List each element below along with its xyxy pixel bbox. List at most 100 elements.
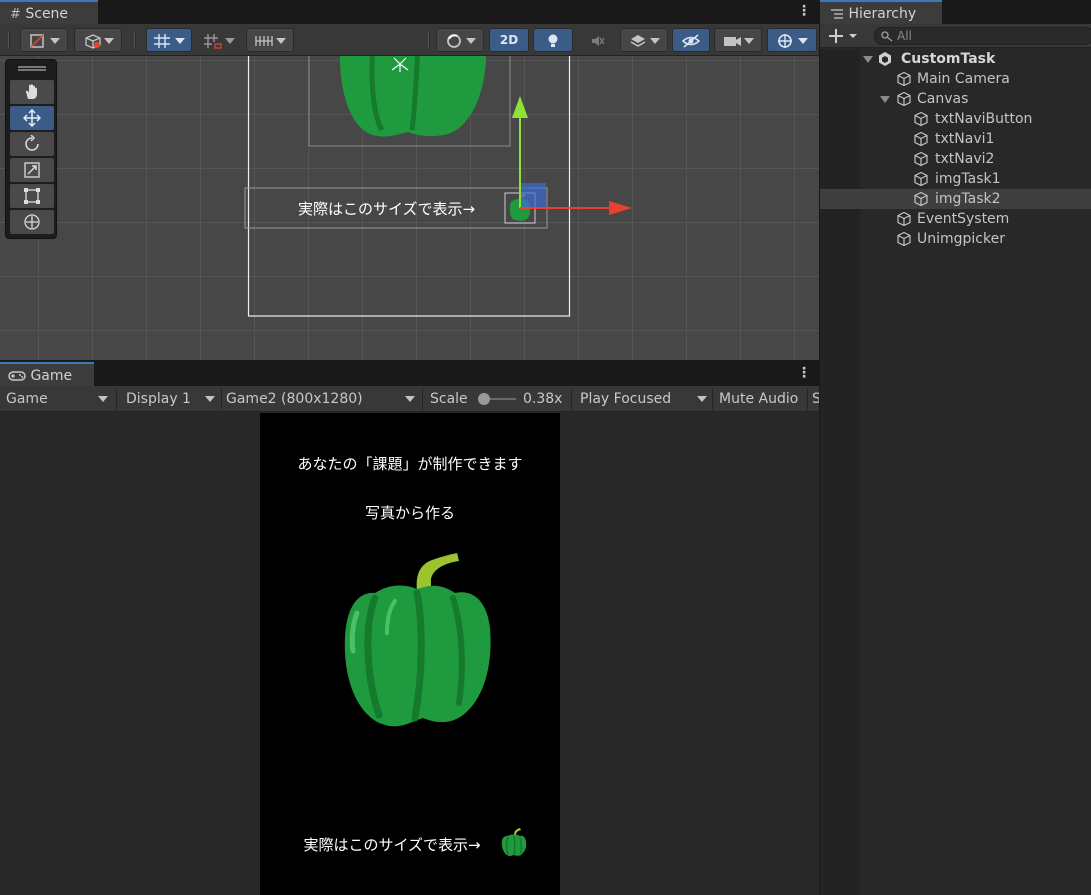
scene-visibility-toggle[interactable]: [672, 28, 710, 52]
hierarchy-panel: Hierarchy All CustomTask Main Camera Can…: [820, 0, 1091, 895]
hierarchy-item-txtnavi1[interactable]: txtNavi1: [820, 129, 1091, 149]
create-button[interactable]: [828, 26, 860, 46]
render-mode-button[interactable]: [436, 28, 484, 52]
scale-value: 0.38x: [523, 391, 563, 407]
ruler-snap-button[interactable]: [246, 28, 294, 52]
game-screen: あなたの「課題」が制作できます 写真から作る 実際はこのサイズで表示→: [260, 413, 560, 895]
game-view-select[interactable]: Game: [6, 386, 112, 412]
hierarchy-item-eventsystem[interactable]: EventSystem: [820, 209, 1091, 229]
shading-mode-button[interactable]: [74, 28, 122, 52]
camera-settings-button[interactable]: [714, 28, 762, 52]
toolbar-separator: [8, 32, 10, 48]
pepper-small-image[interactable]: [500, 827, 528, 857]
increment-snap-button[interactable]: [196, 28, 242, 52]
lighting-toggle[interactable]: [533, 28, 573, 52]
hand-tool[interactable]: [10, 80, 54, 104]
pepper-large-scene: [339, 56, 487, 137]
hierarchy-item-imgtask2[interactable]: imgTask2: [820, 189, 1091, 209]
gameobject-cube-icon: [914, 111, 928, 127]
hierarchy-item-label: imgTask2: [935, 191, 1001, 207]
effects-button[interactable]: [620, 28, 668, 52]
hierarchy-item-canvas[interactable]: Canvas: [820, 89, 1091, 109]
chevron-down-icon: [466, 37, 476, 44]
navi-text-2[interactable]: 写真から作る: [260, 502, 560, 523]
tab-scene[interactable]: # Scene: [0, 0, 98, 24]
game-viewport[interactable]: あなたの「課題」が制作できます 写真から作る 実際はこのサイズで表示→: [0, 413, 819, 895]
gizmos-button[interactable]: [767, 28, 817, 52]
play-mode-select[interactable]: Play Focused: [580, 386, 710, 412]
palette-drag-handle[interactable]: [18, 66, 46, 68]
tab-game[interactable]: Game: [0, 362, 94, 386]
hierarchy-search-input[interactable]: All: [874, 27, 1091, 45]
transform-tool[interactable]: [10, 210, 54, 234]
hierarchy-item-label: EventSystem: [917, 211, 1010, 227]
transform-icon: [24, 214, 40, 230]
hierarchy-item-imgtask1[interactable]: imgTask1: [820, 169, 1091, 189]
hierarchy-item-main-camera[interactable]: Main Camera: [820, 69, 1091, 89]
chevron-down-icon: [405, 396, 415, 402]
gamepad-icon: [8, 371, 26, 381]
scene-panel: # Scene ⋮ 2D 実際はこのサイズで表示→: [0, 0, 819, 360]
chevron-down-icon: [175, 37, 185, 44]
game-panel: Game ⋮ Game Display 1 Game2 (800x1280) S…: [0, 362, 819, 895]
mute-audio-toggle[interactable]: Mute Audio: [719, 386, 798, 412]
tab-game-label: Game: [30, 368, 73, 384]
toolbar-separator: [807, 388, 808, 410]
gizmo-x-arrow: [609, 201, 632, 215]
chevron-down-icon: [104, 37, 114, 44]
expand-arrow-icon[interactable]: [880, 96, 890, 103]
scale-slider-thumb[interactable]: [478, 393, 490, 405]
scene-viewport[interactable]: 実際はこのサイズで表示→: [0, 56, 819, 360]
tab-hierarchy[interactable]: Hierarchy: [820, 0, 942, 24]
overflow-toolbar-item[interactable]: S: [812, 386, 819, 412]
scale-icon: [24, 162, 40, 178]
chevron-down-icon: [225, 37, 235, 44]
toolbar-separator: [571, 388, 572, 410]
cube-shading-icon: [85, 33, 101, 49]
move-tool[interactable]: [10, 106, 54, 130]
chevron-down-icon: [276, 37, 286, 44]
draw-mode-icon: [30, 33, 44, 48]
rect-tool[interactable]: [10, 184, 54, 208]
gameobject-cube-icon: [914, 191, 928, 207]
hierarchy-item-unimgpicker[interactable]: Unimgpicker: [820, 229, 1091, 249]
audio-toggle[interactable]: [578, 28, 616, 52]
game-tab-bar: Game ⋮: [0, 362, 819, 386]
game-toolbar: Game Display 1 Game2 (800x1280) Scale 0.…: [0, 386, 819, 412]
display-select[interactable]: Display 1: [126, 386, 216, 412]
tab-hierarchy-label: Hierarchy: [848, 6, 917, 22]
chevron-down-icon: [50, 37, 60, 44]
hierarchy-item-label: Canvas: [917, 91, 969, 107]
toolbar-separator: [428, 32, 430, 48]
hierarchy-item-label: txtNaviButton: [935, 111, 1033, 127]
rotate-tool[interactable]: [10, 132, 54, 156]
hierarchy-tab-bar: Hierarchy: [820, 0, 1091, 24]
increment-snap-icon: [204, 33, 222, 49]
hierarchy-search-placeholder: All: [897, 29, 912, 43]
size-caption: 実際はこのサイズで表示→: [303, 836, 481, 854]
toolbar-separator: [422, 388, 423, 410]
move-arrows-icon: [23, 109, 41, 127]
pepper-large-image[interactable]: [335, 543, 495, 733]
rect-transform-icon: [24, 188, 40, 204]
play-mode-value: Play Focused: [580, 391, 672, 407]
scene-menu-button[interactable]: ⋮: [797, 3, 811, 19]
gizmo-globe-icon: [778, 33, 792, 48]
list-icon: [831, 9, 843, 19]
expand-arrow-icon[interactable]: [863, 56, 873, 63]
game-menu-button[interactable]: ⋮: [797, 365, 811, 381]
scene-caption: 実際はこのサイズで表示→: [298, 200, 475, 218]
grid-snapping-button[interactable]: [146, 28, 192, 52]
hierarchy-item-txtnavi2[interactable]: txtNavi2: [820, 149, 1091, 169]
resolution-select[interactable]: Game2 (800x1280): [226, 386, 418, 412]
hierarchy-item-customtask[interactable]: CustomTask: [820, 49, 1091, 69]
grid-snap-icon: [154, 33, 170, 48]
scale-tool[interactable]: [10, 158, 54, 182]
mode-2d-toggle[interactable]: 2D: [489, 28, 529, 52]
mode-2d-label: 2D: [499, 33, 519, 47]
resolution-select-value: Game2 (800x1280): [226, 391, 363, 407]
game-view-select-value: Game: [6, 391, 48, 407]
eye-hidden-icon: [681, 33, 701, 48]
draw-mode-button[interactable]: [20, 28, 68, 52]
hierarchy-item-txtnavibutton[interactable]: txtNaviButton: [820, 109, 1091, 129]
